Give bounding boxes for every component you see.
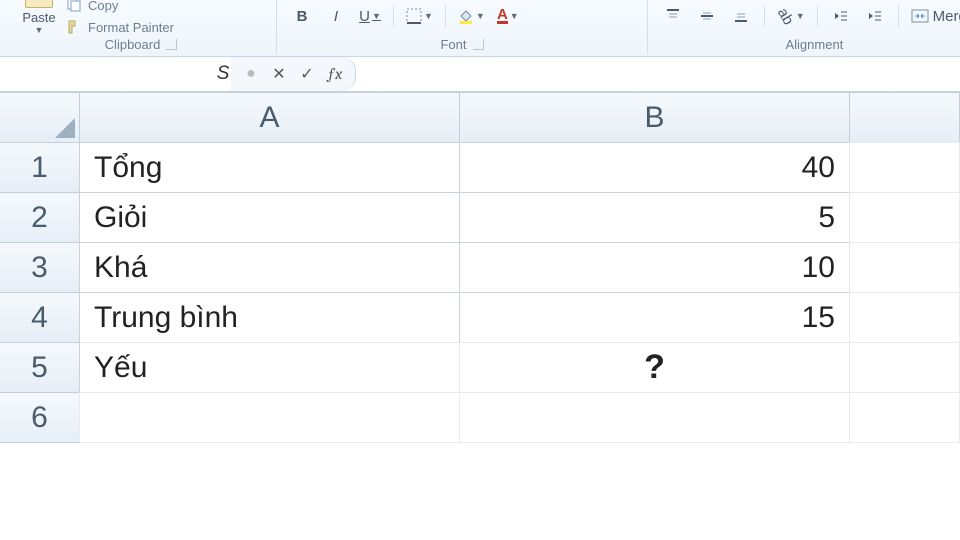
paste-label: Paste [22, 10, 55, 25]
align-middle-button[interactable] [692, 3, 722, 29]
row-header-1[interactable]: 1 [0, 142, 80, 193]
align-bottom-button[interactable] [726, 3, 756, 29]
borders-button[interactable]: ▼ [402, 3, 437, 29]
align-top-icon [665, 8, 681, 24]
cell-B6[interactable] [459, 392, 850, 443]
formula-bar: ▼ ● ✕ ✓ ƒx [0, 57, 960, 92]
cell-A3[interactable]: Khá [79, 242, 460, 293]
insert-function-button[interactable]: ƒx [323, 62, 347, 86]
align-middle-icon [699, 8, 715, 24]
cell-C4[interactable] [849, 292, 960, 343]
chevron-down-icon: ▼ [510, 11, 519, 21]
cell-B4[interactable]: 15 [459, 292, 850, 343]
bucket-icon [458, 8, 474, 24]
align-top-button[interactable] [658, 3, 688, 29]
separator [393, 5, 394, 27]
clipboard-mini-column: Copy Format Painter [66, 0, 174, 36]
ribbon-groups: Paste ▼ Copy Format Painter [6, 0, 954, 54]
cancel-button[interactable]: ✕ [267, 62, 291, 86]
group-alignment: ab▼ Merg Alignment [648, 0, 960, 54]
cell-A6[interactable] [79, 392, 460, 443]
cell-B5[interactable]: ? [459, 342, 850, 393]
underline-button[interactable]: U▼ [355, 3, 385, 29]
separator [898, 5, 899, 27]
cell-C6[interactable] [849, 392, 960, 443]
name-box[interactable]: ▼ [0, 57, 231, 91]
cell-B1[interactable]: 40 [459, 142, 850, 193]
chevron-down-icon: ▼ [424, 11, 433, 21]
cell-A5[interactable]: Yếu [79, 342, 460, 393]
group-font: B I U▼ ▼ ▼ A ▼ [277, 0, 648, 54]
formula-controls: ● ✕ ✓ ƒx [231, 57, 356, 91]
copy-button[interactable]: Copy [66, 0, 174, 14]
row-header-2[interactable]: 2 [0, 192, 80, 243]
format-painter-label: Format Painter [88, 20, 174, 35]
dialog-launcher-icon[interactable] [473, 39, 484, 50]
enter-button[interactable]: ✓ [295, 62, 319, 86]
formula-input[interactable] [356, 57, 960, 91]
decrease-indent-button[interactable] [826, 3, 856, 29]
cell-A4[interactable]: Trung bình [79, 292, 460, 343]
orientation-icon: ab [774, 5, 797, 28]
row-header-3[interactable]: 3 [0, 242, 80, 293]
decrease-indent-icon [833, 8, 849, 24]
increase-indent-button[interactable] [860, 3, 890, 29]
cell-C2[interactable] [849, 192, 960, 243]
underline-label: U [359, 8, 370, 25]
align-bottom-icon [733, 8, 749, 24]
bold-button[interactable]: B [287, 3, 317, 29]
cell-A1[interactable]: Tổng [79, 142, 460, 193]
font-color-icon: A [497, 9, 508, 24]
row-header-6[interactable]: 6 [0, 392, 80, 443]
clipboard-icon [25, 0, 53, 8]
col-header-A[interactable]: A [79, 92, 460, 143]
merge-icon [911, 8, 929, 24]
paintbrush-icon [66, 19, 82, 35]
font-color-button[interactable]: A ▼ [493, 3, 523, 29]
fill-color-button[interactable]: ▼ [454, 3, 489, 29]
increase-indent-icon [867, 8, 883, 24]
row-header-5[interactable]: 5 [0, 342, 80, 393]
chevron-down-icon: ▼ [372, 11, 381, 21]
copy-icon [66, 0, 82, 13]
chevron-down-icon: ▼ [476, 11, 485, 21]
borders-icon [406, 8, 422, 24]
cell-C1[interactable] [849, 142, 960, 193]
group-label-alignment: Alignment [785, 37, 843, 52]
merge-button[interactable]: Merg [907, 3, 960, 29]
ribbon: Paste ▼ Copy Format Painter [0, 0, 960, 57]
merge-label: Merg [933, 8, 960, 25]
cell-C3[interactable] [849, 242, 960, 293]
cell-C5[interactable] [849, 342, 960, 393]
cell-A2[interactable]: Giỏi [79, 192, 460, 243]
chevron-down-icon: ▼ [796, 11, 805, 21]
select-all-corner[interactable] [0, 92, 80, 143]
group-clipboard: Paste ▼ Copy Format Painter [6, 0, 277, 54]
group-label-font: Font [440, 37, 466, 52]
row-header-4[interactable]: 4 [0, 292, 80, 343]
cell-B2[interactable]: 5 [459, 192, 850, 243]
group-label-clipboard: Clipboard [105, 37, 161, 52]
copy-label: Copy [88, 0, 118, 13]
separator [445, 5, 446, 27]
separator [764, 5, 765, 27]
col-header-C[interactable] [849, 92, 960, 143]
dialog-launcher-icon[interactable] [166, 39, 177, 50]
italic-button[interactable]: I [321, 3, 351, 29]
separator [817, 5, 818, 27]
cell-B3[interactable]: 10 [459, 242, 850, 293]
name-range-button[interactable]: ● [239, 62, 263, 86]
spreadsheet-grid: A B 1 Tổng 40 2 Giỏi 5 3 Khá 10 4 Trung … [0, 93, 960, 443]
col-header-B[interactable]: B [459, 92, 850, 143]
orientation-button[interactable]: ab▼ [773, 3, 809, 29]
